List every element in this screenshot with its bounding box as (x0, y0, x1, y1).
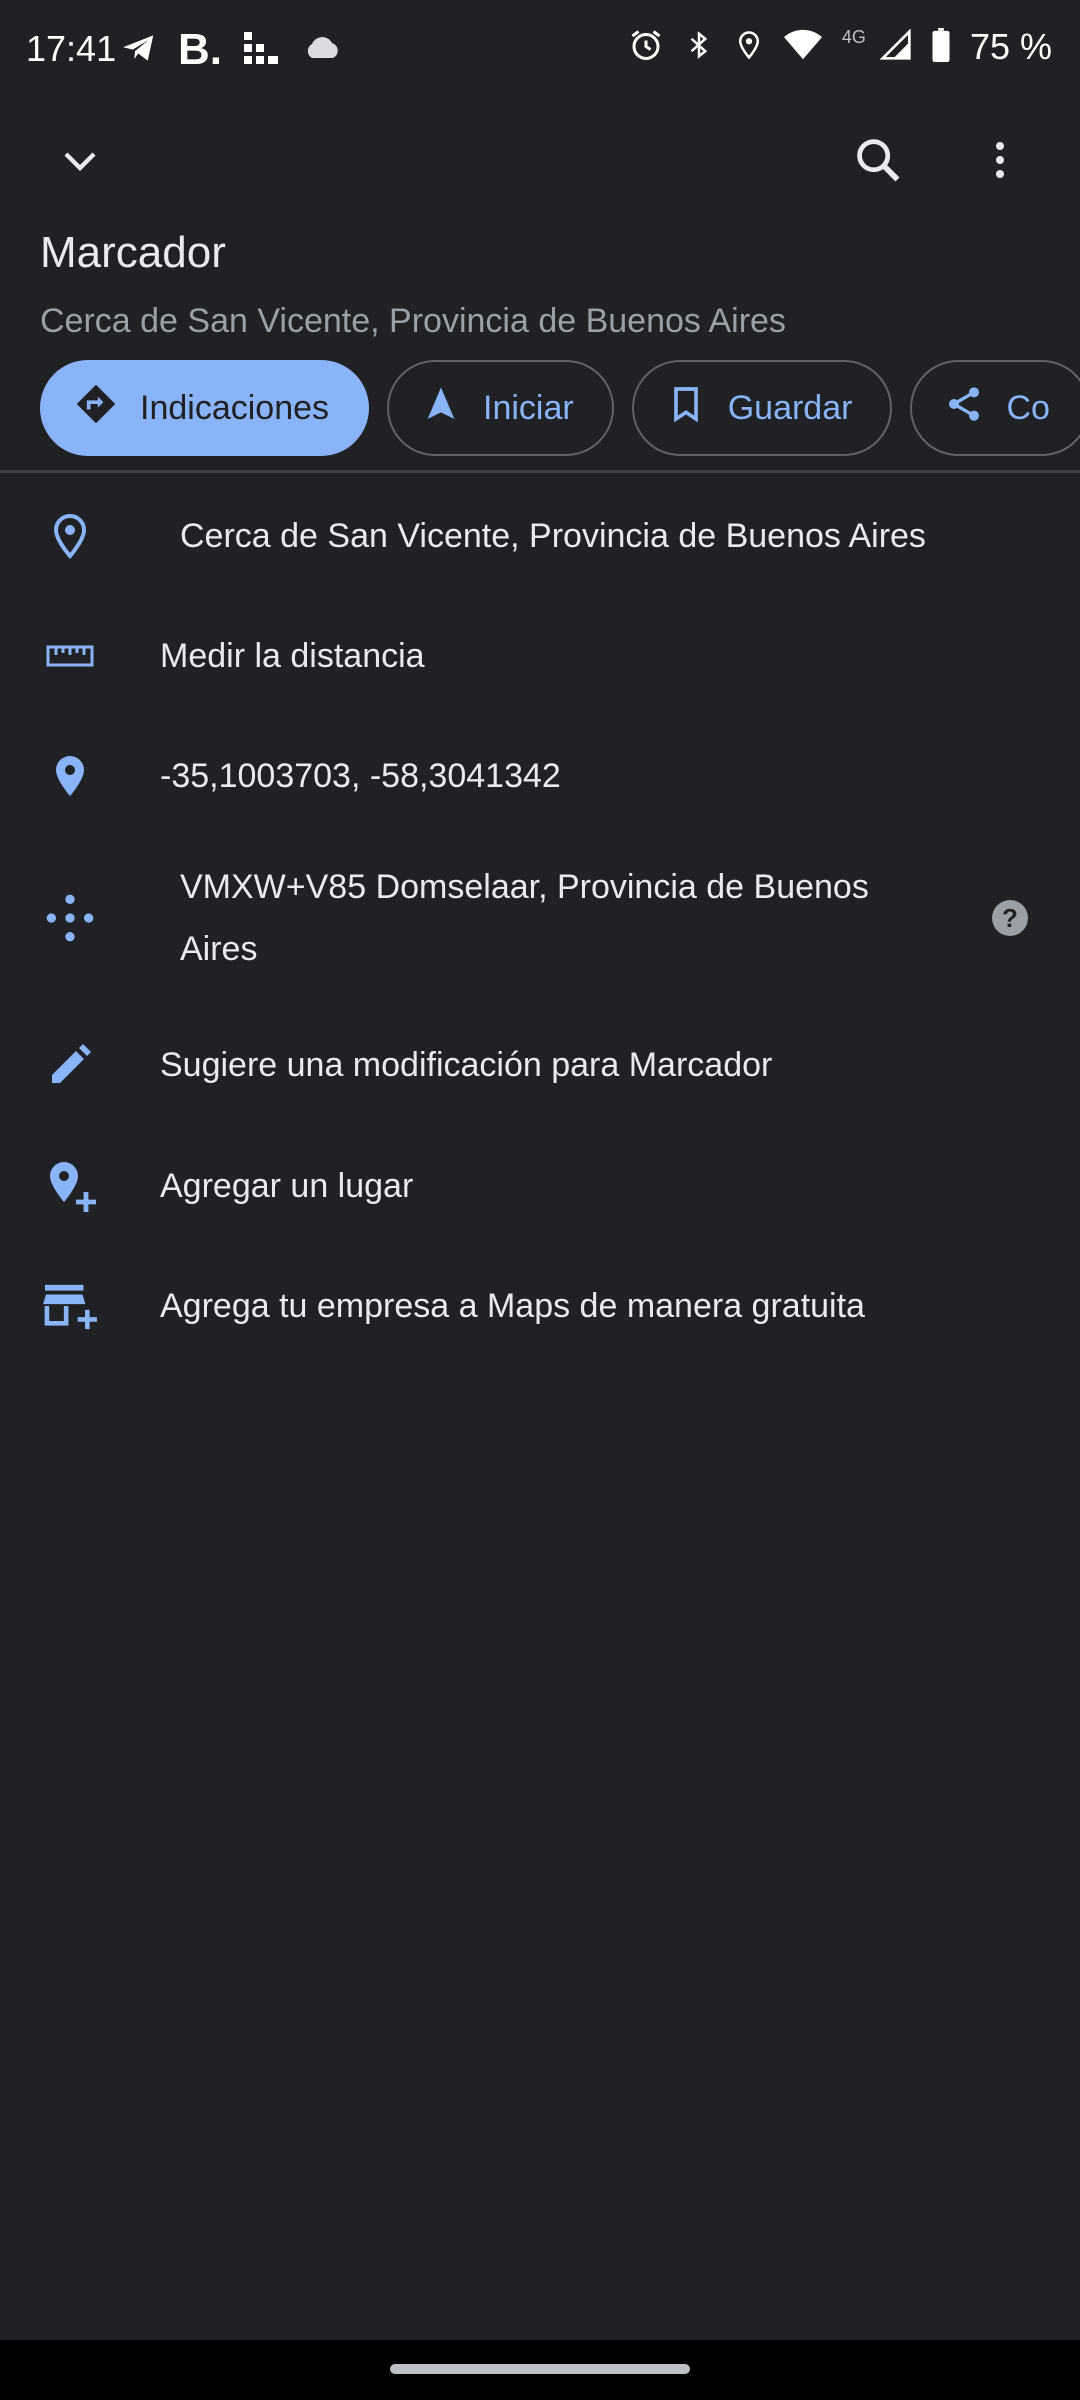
booking-icon: B. (178, 25, 222, 74)
list-item-plus-code[interactable]: VMXW+V85 Domselaar, Provincia de Buenos … (0, 856, 1080, 980)
battery-percentage: 75 % (969, 26, 1052, 67)
bluetooth-icon (684, 27, 714, 68)
place-subtitle: Cerca de San Vicente, Provincia de Bueno… (40, 302, 786, 340)
top-app-bar (0, 110, 1080, 210)
list-item-measure-distance[interactable]: Medir la distancia (0, 616, 1080, 696)
address-text: Cerca de San Vicente, Provincia de Bueno… (180, 517, 926, 555)
save-label: Guardar (727, 388, 853, 427)
action-chips: Indicaciones Iniciar Guardar Co (40, 360, 1080, 460)
edit-icon (40, 1035, 100, 1095)
status-left-icons: B. (120, 26, 342, 74)
status-time: 17:41 (26, 28, 117, 69)
start-button[interactable]: Iniciar (387, 360, 614, 456)
save-button[interactable]: Guardar (631, 360, 893, 456)
help-icon[interactable]: ? (992, 900, 1028, 936)
list-item-address[interactable]: Cerca de San Vicente, Provincia de Bueno… (0, 496, 1080, 576)
plus-code-line-1: VMXW+V85 Domselaar, Provincia de Buenos (180, 868, 869, 906)
add-business-text: Agrega tu empresa a Maps de manera gratu… (160, 1287, 865, 1325)
coordinates-text: -35,1003703, -58,3041342 (160, 757, 561, 795)
list-item-add-place[interactable]: Agregar un lugar (0, 1146, 1080, 1226)
add-place-text: Agregar un lugar (160, 1167, 414, 1205)
plus-code-icon (40, 888, 100, 948)
directions-button[interactable]: Indicaciones (40, 360, 370, 456)
stats-app-icon (242, 30, 282, 71)
start-label: Iniciar (483, 388, 574, 427)
share-button[interactable]: Co (910, 360, 1080, 456)
ruler-icon (40, 626, 100, 686)
add-business-icon (40, 1276, 100, 1336)
network-type-label: 4G (841, 26, 866, 47)
suggest-edit-text: Sugiere una modificación para Marcador (160, 1046, 773, 1084)
alarm-icon (628, 27, 664, 68)
share-icon (944, 384, 984, 433)
list-item-suggest-edit[interactable]: Sugiere una modificación para Marcador (0, 1025, 1080, 1105)
add-place-icon (40, 1156, 100, 1216)
divider (0, 470, 1080, 473)
bookmark-icon (666, 384, 706, 433)
list-item-coordinates[interactable]: -35,1003703, -58,3041342 (0, 736, 1080, 816)
status-bar: 17:41 B. 4G 75 % (0, 0, 1080, 100)
signal-icon (879, 27, 912, 66)
place-outline-icon (40, 506, 100, 566)
battery-icon (932, 27, 950, 67)
screen: 17:41 B. 4G 75 % Marcador Cerca de San V… (0, 0, 1080, 2400)
cloud-icon (302, 34, 342, 67)
place-filled-icon (40, 746, 100, 806)
telegram-icon (120, 29, 158, 72)
location-icon (734, 27, 764, 68)
directions-label: Indicaciones (140, 388, 330, 427)
status-right-icons: 4G 75 % (628, 26, 1052, 68)
share-label: Co (1006, 388, 1050, 427)
plus-code-line-2: Aires (180, 930, 258, 968)
place-title: Marcador (40, 228, 226, 277)
measure-distance-text: Medir la distancia (160, 637, 425, 675)
navigation-icon (421, 384, 461, 433)
home-gesture-handle[interactable] (390, 2364, 690, 2374)
wifi-icon (783, 29, 822, 66)
more-vert-icon[interactable] (970, 130, 1030, 190)
chevron-down-icon[interactable] (50, 130, 110, 190)
directions-icon (74, 382, 118, 435)
list-item-add-business[interactable]: Agrega tu empresa a Maps de manera gratu… (0, 1266, 1080, 1346)
search-icon[interactable] (848, 130, 908, 190)
